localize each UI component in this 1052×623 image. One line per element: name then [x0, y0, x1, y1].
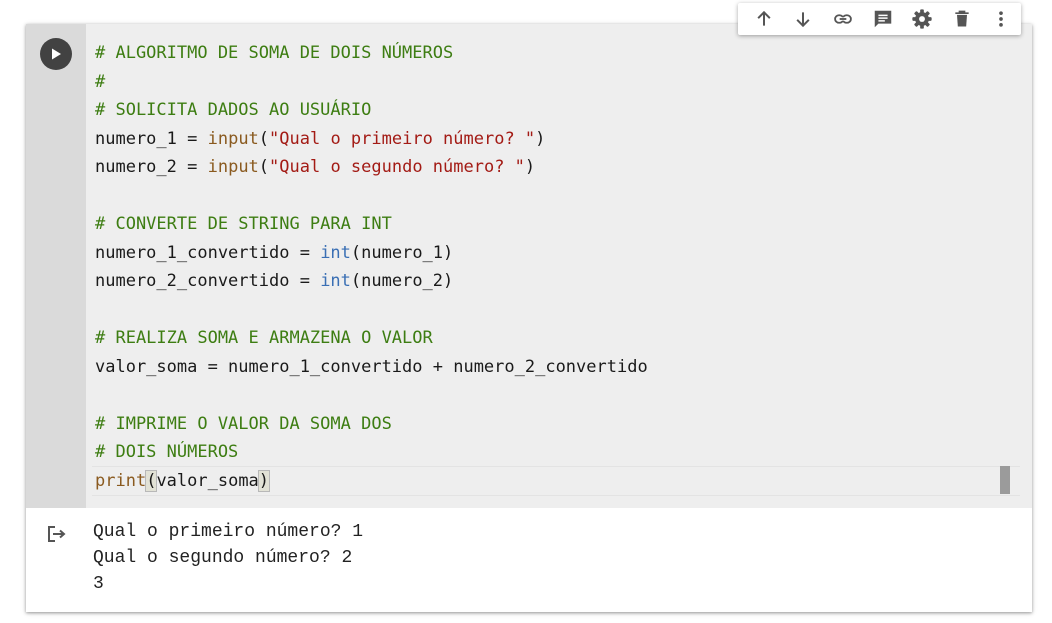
output-line: 3	[93, 574, 104, 594]
output-text: Qual o primeiro número? 1 Qual o segundo…	[93, 519, 363, 597]
code-cell: # ALGORITMO DE SOMA DE DOIS NÚMEROS # # SO…	[26, 24, 1032, 612]
builtin-function: input	[207, 128, 259, 149]
code-line-9: numero_2_convertido = int(numero_2)	[95, 267, 648, 296]
comment: #	[95, 71, 106, 92]
variable: numero_1	[95, 128, 177, 149]
operator: =	[289, 242, 321, 263]
code-line-2: #	[95, 68, 648, 97]
operator: =	[176, 128, 208, 149]
arrow-up-icon	[757, 10, 771, 26]
code-content: # ALGORITMO DE SOMA DE DOIS NÚMEROS # # SO…	[95, 39, 648, 495]
play-icon	[52, 48, 61, 60]
run-cell-button[interactable]	[40, 38, 72, 70]
arguments: (numero_2)	[350, 271, 454, 291]
output-line: Qual o primeiro número? 1	[93, 522, 364, 542]
variable: numero_1_convertido	[95, 242, 290, 263]
paren: (	[258, 128, 270, 149]
arrow-down-icon	[796, 12, 810, 28]
code-line-14: # IMPRIME O VALOR DA SOMA DOS	[95, 410, 648, 439]
string-literal: "Qual o segundo número? "	[269, 157, 525, 177]
comment: # IMPRIME O VALOR DA SOMA DOS	[95, 413, 392, 434]
string-literal: "Qual o primeiro número? "	[269, 128, 536, 149]
type-function: int	[320, 271, 351, 291]
paren: (	[258, 157, 270, 177]
paren: )	[524, 157, 536, 177]
cell-toolbar	[738, 3, 1021, 35]
operator: =	[289, 271, 321, 291]
operator: =	[176, 157, 208, 177]
comment: # REALIZA SOMA E ARMAZENA O VALOR	[95, 328, 433, 348]
code-line-16: print(valor_soma)	[95, 467, 648, 496]
variable: numero_2	[95, 157, 177, 177]
cell-settings-button[interactable]	[902, 3, 942, 35]
comment: # SOLICITA DADOS AO USUÁRIO	[95, 100, 372, 120]
add-comment-button[interactable]	[863, 3, 903, 35]
code-editor[interactable]: # ALGORITMO DE SOMA DE DOIS NÚMEROS # # SO…	[86, 24, 1032, 508]
more-vert-icon	[999, 11, 1004, 27]
code-line-5: numero_2 = input("Qual o segundo número?…	[95, 153, 648, 182]
comment: # DOIS NÚMEROS	[95, 442, 239, 462]
cell-gutter	[26, 24, 86, 508]
code-line-12: valor_soma = numero_1_convertido + numer…	[95, 353, 648, 382]
code-line-7: # CONVERTE DE STRING PARA INT	[95, 210, 648, 239]
argument: valor_soma	[156, 470, 259, 491]
comment-icon	[874, 10, 891, 28]
code-line-11: # REALIZA SOMA E ARMAZENA O VALOR	[95, 324, 648, 353]
paren: )	[535, 128, 546, 149]
code-line-1: # ALGORITMO DE SOMA DE DOIS NÚMEROS	[95, 39, 648, 68]
scrollbar-handle[interactable]	[1000, 466, 1010, 494]
type-function: int	[320, 242, 351, 263]
link-icon	[834, 14, 852, 24]
link-to-cell-button[interactable]	[823, 3, 863, 35]
move-cell-up-button[interactable]	[744, 3, 784, 35]
trash-icon	[955, 10, 969, 27]
more-actions-button[interactable]	[981, 3, 1021, 35]
code-line-4: numero_1 = input("Qual o primeiro número…	[95, 125, 648, 154]
statement: valor_soma = numero_1_convertido + numer…	[95, 356, 648, 377]
arguments: (numero_1)	[350, 242, 454, 263]
matched-bracket: )	[257, 469, 271, 492]
output-arrow-icon[interactable]	[46, 524, 68, 548]
move-cell-down-button[interactable]	[784, 3, 824, 35]
code-line-3: # SOLICITA DADOS AO USUÁRIO	[95, 96, 648, 125]
builtin-function: input	[207, 157, 259, 177]
output-line: Qual o segundo número? 2	[93, 548, 353, 568]
matched-bracket: (	[145, 469, 158, 492]
code-line-8: numero_1_convertido = int(numero_1)	[95, 239, 648, 268]
comment: # CONVERTE DE STRING PARA INT	[95, 214, 392, 234]
cell-output: Qual o primeiro número? 1 Qual o segundo…	[26, 508, 1032, 612]
delete-cell-button[interactable]	[942, 3, 982, 35]
code-line-15: # DOIS NÚMEROS	[95, 438, 648, 467]
builtin-function: print	[95, 470, 147, 491]
comment: # ALGORITMO DE SOMA DE DOIS NÚMEROS	[95, 43, 454, 63]
variable: numero_2_convertido	[95, 271, 290, 291]
gear-icon	[912, 9, 932, 29]
